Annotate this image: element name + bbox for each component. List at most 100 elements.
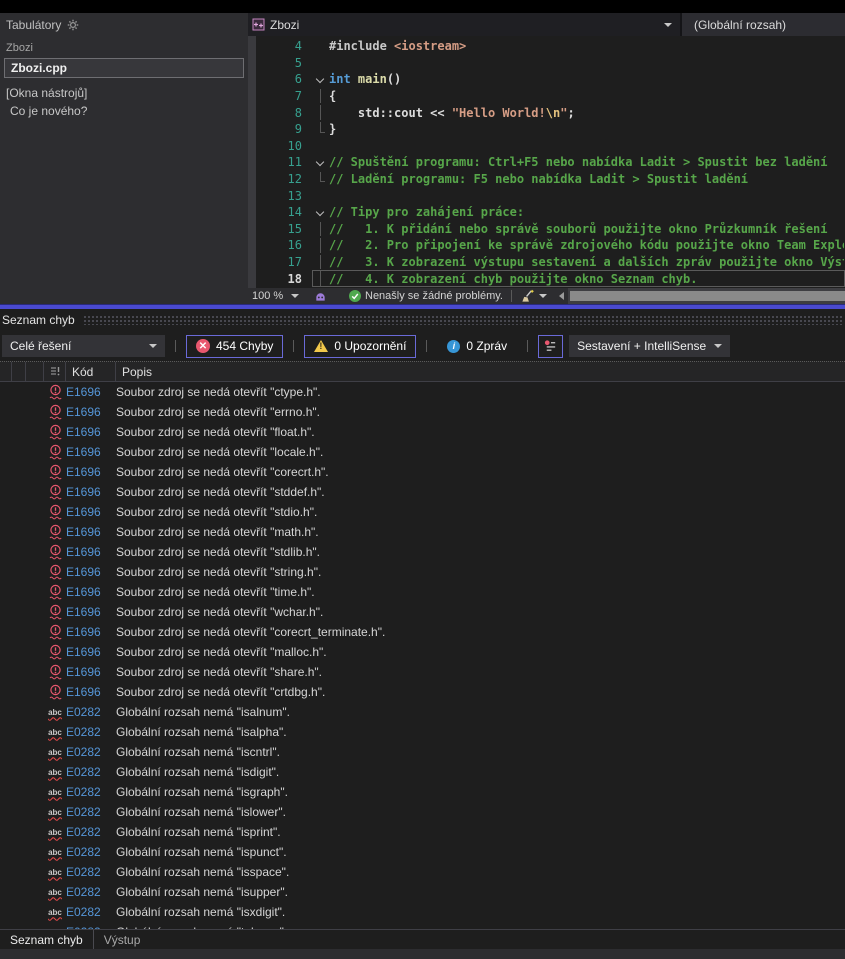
- fold-collapse-icon[interactable]: [313, 72, 329, 87]
- horizontal-scrollbar[interactable]: [555, 288, 845, 304]
- scope-filter-dropdown[interactable]: Celé řešení: [2, 335, 165, 357]
- scroll-left-icon[interactable]: [559, 292, 564, 300]
- header-col-empty-2[interactable]: [12, 362, 26, 381]
- scrollbar-thumb[interactable]: [570, 291, 845, 301]
- warnings-toggle-button[interactable]: 0 Upozornění: [304, 335, 416, 358]
- error-row[interactable]: E1696Soubor zdroj se nedá otevřít "errno…: [0, 402, 845, 422]
- panel-drag-handle[interactable]: [83, 315, 843, 325]
- error-code-link[interactable]: E1696: [66, 445, 116, 459]
- error-row[interactable]: abcE0282Globální rozsah nemá "isupper".: [0, 882, 845, 902]
- code-line[interactable]: 17// 3. K zobrazení výstupu sestavení a …: [256, 254, 845, 271]
- tab-seznam-chyb[interactable]: Seznam chyb: [0, 930, 94, 949]
- error-row[interactable]: abcE0282Globální rozsah nemá "isalnum".: [0, 702, 845, 722]
- sidebar-item-whats-new[interactable]: Co je nového?: [10, 104, 244, 118]
- errors-toggle-button[interactable]: ✕ 454 Chyby: [186, 335, 283, 358]
- error-row[interactable]: E1696Soubor zdroj se nedá otevřít "corec…: [0, 462, 845, 482]
- error-row[interactable]: E1696Soubor zdroj se nedá otevřít "stdde…: [0, 482, 845, 502]
- error-code-link[interactable]: E1696: [66, 685, 116, 699]
- error-row[interactable]: E1696Soubor zdroj se nedá otevřít "stdli…: [0, 542, 845, 562]
- source-filter-dropdown[interactable]: Sestavení + IntelliSense: [569, 335, 730, 357]
- code-line[interactable]: 7{: [256, 88, 845, 105]
- error-row[interactable]: abcE0282Globální rozsah nemá "isspace".: [0, 862, 845, 882]
- header-col-description[interactable]: Popis: [116, 362, 845, 381]
- fold-collapse-icon[interactable]: [313, 205, 329, 220]
- error-row[interactable]: abcE0282Globální rozsah nemá "ispunct".: [0, 842, 845, 862]
- code-line[interactable]: 5: [256, 55, 845, 72]
- error-code-link[interactable]: E1696: [66, 525, 116, 539]
- error-row[interactable]: abcE0282Globální rozsah nemá "isxdigit".: [0, 902, 845, 922]
- error-code-link[interactable]: E0282: [66, 725, 116, 739]
- code-line[interactable]: 12// Ladění programu: F5 nebo nabídka La…: [256, 171, 845, 188]
- error-code-link[interactable]: E1696: [66, 585, 116, 599]
- code-cleanup-broom-icon[interactable]: [520, 289, 535, 303]
- error-row[interactable]: E1696Soubor zdroj se nedá otevřít "stdio…: [0, 502, 845, 522]
- code-line[interactable]: 11// Spuštění programu: Ctrl+F5 nebo nab…: [256, 154, 845, 171]
- error-code-link[interactable]: E0282: [66, 805, 116, 819]
- error-code-link[interactable]: E1696: [66, 465, 116, 479]
- error-code-link[interactable]: E1696: [66, 605, 116, 619]
- code-line[interactable]: 4#include <iostream>: [256, 38, 845, 55]
- error-row[interactable]: abcE0282Globální rozsah nemá "isgraph".: [0, 782, 845, 802]
- error-row[interactable]: E1696Soubor zdroj se nedá otevřít "mallo…: [0, 642, 845, 662]
- error-code-link[interactable]: E0282: [66, 865, 116, 879]
- error-code-link[interactable]: E1696: [66, 645, 116, 659]
- error-row[interactable]: abcE0282Globální rozsah nemá "tolower".: [0, 922, 845, 929]
- fold-collapse-icon[interactable]: [313, 155, 329, 170]
- code-line[interactable]: 18// 4. K zobrazení chyb použijte okno S…: [256, 270, 845, 287]
- error-code-link[interactable]: E1696: [66, 385, 116, 399]
- error-code-link[interactable]: E1696: [66, 625, 116, 639]
- code-line[interactable]: 9}: [256, 121, 845, 138]
- error-code-link[interactable]: E0282: [66, 745, 116, 759]
- error-row[interactable]: abcE0282Globální rozsah nemá "isprint".: [0, 822, 845, 842]
- tab-vystup[interactable]: Výstup: [94, 930, 151, 949]
- error-row[interactable]: E1696Soubor zdroj se nedá otevřít "float…: [0, 422, 845, 442]
- error-row[interactable]: abcE0282Globální rozsah nemá "isalpha".: [0, 722, 845, 742]
- error-code-link[interactable]: E0282: [66, 825, 116, 839]
- error-row[interactable]: E1696Soubor zdroj se nedá otevřít "ctype…: [0, 382, 845, 402]
- health-indicator-text[interactable]: Nenašly se žádné problémy.: [365, 290, 503, 302]
- error-code-link[interactable]: E0282: [66, 845, 116, 859]
- code-line[interactable]: 14// Tipy pro zahájení práce:: [256, 204, 845, 221]
- error-code-link[interactable]: E1696: [66, 665, 116, 679]
- chevron-down-icon[interactable]: [539, 294, 547, 298]
- error-code-link[interactable]: E0282: [66, 705, 116, 719]
- symbol-dropdown[interactable]: Zbozi: [248, 13, 682, 36]
- error-code-link[interactable]: E0282: [66, 765, 116, 779]
- error-row[interactable]: abcE0282Globální rozsah nemá "isdigit".: [0, 762, 845, 782]
- error-code-link[interactable]: E0282: [66, 785, 116, 799]
- copilot-icon[interactable]: [314, 290, 327, 303]
- error-row[interactable]: E1696Soubor zdroj se nedá otevřít "wchar…: [0, 602, 845, 622]
- error-code-link[interactable]: E1696: [66, 545, 116, 559]
- error-row[interactable]: E1696Soubor zdroj se nedá otevřít "local…: [0, 442, 845, 462]
- code-line[interactable]: 8 std::cout << "Hello World!\n";: [256, 104, 845, 121]
- code-editor[interactable]: 4#include <iostream>56int main()7{8 std:…: [256, 36, 845, 288]
- error-code-link[interactable]: E1696: [66, 485, 116, 499]
- error-row[interactable]: abcE0282Globální rozsah nemá "islower".: [0, 802, 845, 822]
- header-col-code[interactable]: Kód: [66, 362, 116, 381]
- error-code-link[interactable]: E0282: [66, 885, 116, 899]
- error-row[interactable]: E1696Soubor zdroj se nedá otevřít "crtdb…: [0, 682, 845, 702]
- header-col-empty-1[interactable]: [0, 362, 12, 381]
- error-code-link[interactable]: E1696: [66, 505, 116, 519]
- code-line[interactable]: 6int main(): [256, 71, 845, 88]
- code-line[interactable]: 16// 2. Pro připojení ke správě zdrojové…: [256, 237, 845, 254]
- error-code-link[interactable]: E1696: [66, 405, 116, 419]
- error-row[interactable]: abcE0282Globální rozsah nemá "iscntrl".: [0, 742, 845, 762]
- error-row[interactable]: E1696Soubor zdroj se nedá otevřít "corec…: [0, 622, 845, 642]
- code-line[interactable]: 13: [256, 187, 845, 204]
- scope-dropdown[interactable]: (Globální rozsah): [682, 13, 845, 36]
- error-row[interactable]: E1696Soubor zdroj se nedá otevřít "strin…: [0, 562, 845, 582]
- error-code-link[interactable]: E0282: [66, 905, 116, 919]
- filter-button[interactable]: [538, 335, 563, 358]
- code-line[interactable]: 15// 1. K přidání nebo správě souborů po…: [256, 221, 845, 238]
- error-row[interactable]: E1696Soubor zdroj se nedá otevřít "math.…: [0, 522, 845, 542]
- sidebar-item-zbozi-cpp[interactable]: Zbozi.cpp: [4, 58, 244, 78]
- gear-icon[interactable]: [67, 19, 79, 31]
- error-row[interactable]: E1696Soubor zdroj se nedá otevřít "share…: [0, 662, 845, 682]
- error-row[interactable]: E1696Soubor zdroj se nedá otevřít "time.…: [0, 582, 845, 602]
- zoom-dropdown[interactable]: 100 %: [252, 290, 310, 302]
- error-code-link[interactable]: E1696: [66, 425, 116, 439]
- messages-toggle-button[interactable]: i 0 Zpráv: [437, 335, 517, 358]
- header-col-severity[interactable]: [44, 362, 66, 381]
- header-col-empty-3[interactable]: [26, 362, 44, 381]
